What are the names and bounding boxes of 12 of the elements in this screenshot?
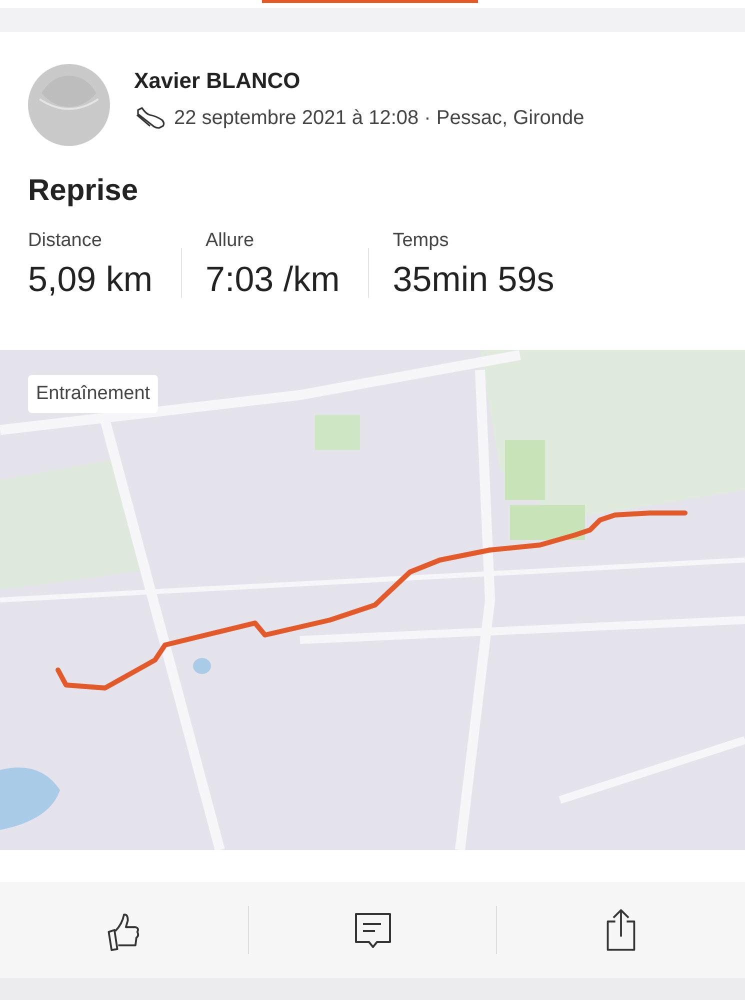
activity-meta: 22 septembre 2021 à 12:08 · Pessac, Gironde bbox=[174, 106, 584, 130]
workout-tag: Entraînement bbox=[28, 375, 158, 413]
stat-label: Allure bbox=[206, 230, 256, 252]
stat-label: Distance bbox=[28, 230, 103, 252]
comment-icon bbox=[352, 910, 392, 950]
stat-value: 35min 59s bbox=[392, 260, 554, 300]
athlete-name[interactable]: Xavier BLANCO bbox=[134, 68, 584, 94]
activity-title: Reprise bbox=[28, 174, 140, 208]
stat-value: 5,09 km bbox=[28, 260, 152, 300]
stat-label: Temps bbox=[392, 230, 450, 252]
shoe-icon bbox=[134, 106, 166, 130]
stat-value: 7:03 /km bbox=[206, 260, 340, 300]
